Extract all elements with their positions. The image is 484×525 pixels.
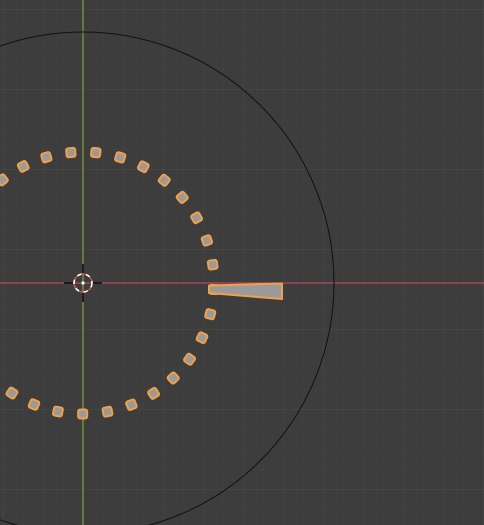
- ring-cube[interactable]: [27, 398, 41, 411]
- ring-cube[interactable]: [90, 146, 102, 159]
- ring-cube[interactable]: [125, 398, 138, 411]
- viewport-canvas[interactable]: [0, 0, 484, 525]
- ring-cube[interactable]: [204, 308, 217, 321]
- ring-cube[interactable]: [206, 258, 219, 271]
- floor-grid-major: [0, 0, 484, 525]
- ring-cube[interactable]: [40, 151, 53, 164]
- ring-cube[interactable]: [101, 405, 114, 418]
- ring-cube[interactable]: [77, 408, 89, 420]
- ring-cube[interactable]: [200, 234, 214, 247]
- ring-cube[interactable]: [114, 151, 127, 164]
- ring-cube[interactable]: [65, 146, 77, 159]
- ring-cube[interactable]: [51, 405, 64, 418]
- 3d-viewport[interactable]: [0, 0, 484, 525]
